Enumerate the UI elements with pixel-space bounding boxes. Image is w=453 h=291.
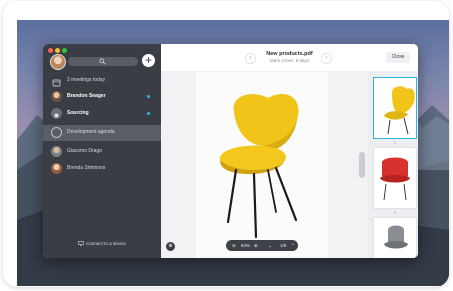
list-item-brenda-simmons[interactable]: Brenda Simmons [43,161,161,177]
list-item-label: Brandon Seager [67,93,106,99]
minimize-window-button[interactable] [55,48,60,53]
page-thumbnail[interactable] [374,218,416,258]
pdf-page [196,72,328,258]
thumbnail-number: 1 [393,140,397,145]
calendar-icon [51,75,62,87]
chevron-right-icon[interactable]: › [321,53,332,64]
list-item-meetings[interactable]: 2 meetings today [43,73,161,89]
chevron-down-icon[interactable]: ⌄ [268,240,272,251]
group-avatar [51,108,62,119]
list-item-brandon-seager[interactable]: Brandon Seager [43,89,161,105]
zoom-toolbar: ⊖ 84% ⊕ ⌄ 1/6 ⌃ [226,240,298,251]
zoom-level: 84% [241,243,251,248]
avatar [51,91,62,102]
avatar [51,163,62,174]
document-subtitle: Mark Jones, 8 days [269,58,310,63]
list-item-label: Development agenda [67,129,115,135]
list-item-label: Sourcing [67,110,89,116]
list-item-label: Brenda Simmons [67,165,106,171]
list-item-label: Giacomo Drago [67,148,103,154]
document-title: New products.pdf [266,51,313,57]
yellow-chair-image [219,94,299,239]
viewer-header: ‹ New products.pdf Mark Jones, 8 days › … [161,44,418,72]
connect-device-button[interactable]: Connect to a device [43,241,161,251]
page-thumbnail[interactable] [374,148,416,208]
zoom-icon[interactable]: ⊕ [166,242,175,251]
close-button[interactable]: Close [386,52,410,63]
group-avatar [51,127,62,138]
list-item-giacomo-drago[interactable]: Giacomo Drago [43,144,161,160]
sidebar: + 2 meetings today Brandon Seager Sourci… [43,44,161,258]
red-chair-thumbnail [380,157,410,201]
zoom-in-icon[interactable]: ⊕ [254,240,258,251]
panel-resize-handle[interactable] [359,152,365,178]
monitor-icon [78,241,84,247]
thumbnail-number: 2 [393,210,397,215]
avatar [51,146,62,157]
page-indicator: 1/6 [280,243,287,248]
connect-label: Connect to a device [86,241,126,246]
user-avatar[interactable] [50,54,66,70]
search-input[interactable] [68,57,138,66]
app-window: + 2 meetings today Brandon Seager Sourci… [43,44,418,258]
compose-button[interactable]: + [142,54,155,67]
viewer-margin-left [161,72,196,258]
maximize-window-button[interactable] [62,48,67,53]
list-item-sourcing[interactable]: Sourcing [43,106,161,122]
close-window-button[interactable] [48,48,53,53]
unread-indicator [147,95,150,98]
yellow-chair-thumbnail [384,86,415,135]
page-thumbnail[interactable] [373,77,417,139]
zoom-out-icon[interactable]: ⊖ [232,240,236,251]
list-item-development-agenda[interactable]: Development agenda [43,125,161,141]
chevron-up-icon[interactable]: ⌃ [291,240,295,251]
search-icon [99,58,106,65]
unread-indicator [147,112,150,115]
document-viewer: ‹ New products.pdf Mark Jones, 8 days › … [161,44,418,258]
thumbnail-panel: 1 2 [367,72,418,258]
gray-chair-thumbnail [384,225,408,249]
plus-icon: + [144,53,152,67]
list-item-label: 2 meetings today [67,77,106,83]
